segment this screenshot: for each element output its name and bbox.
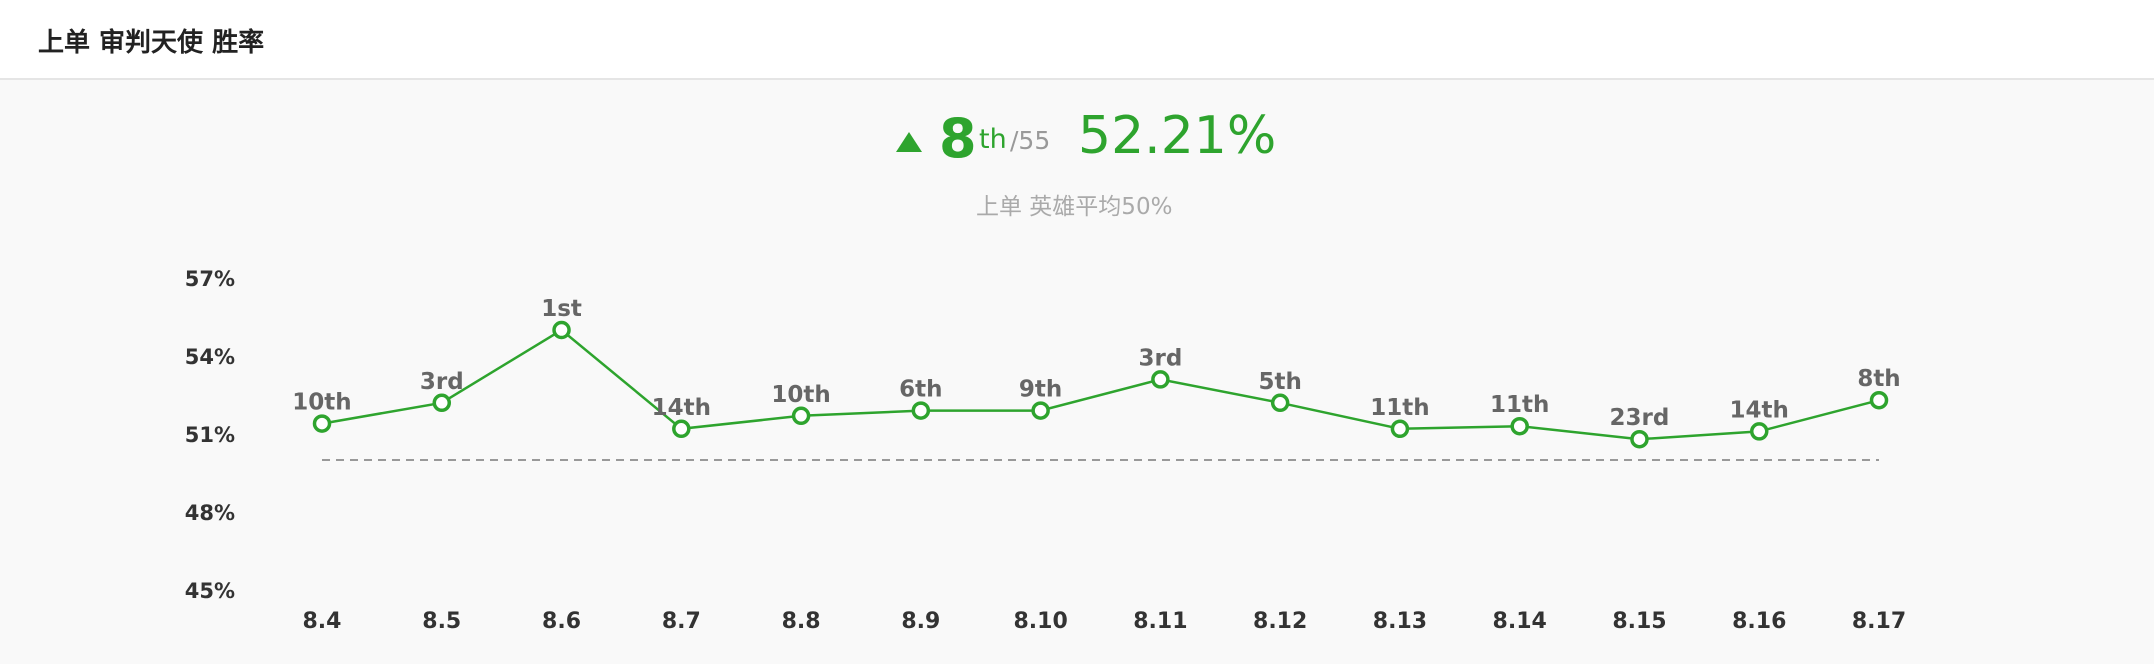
x-tick-label: 8.8 [782,609,821,634]
x-tick-label: 8.13 [1373,609,1427,634]
rank-label: 11th [1370,395,1429,421]
rank-label: 23rd [1610,405,1670,431]
data-point[interactable] [312,414,332,433]
x-tick-label: 8.4 [303,609,342,634]
rank-label: 3rd [1138,345,1182,371]
rank-label: 1st [541,296,582,322]
x-axis: 8.4 8.5 8.6 8.7 8.8 8.9 8.10 8.11 8.12 8.13 8.14 8.… [303,609,1907,634]
x-tick-label: 8.11 [1133,609,1187,634]
x-tick-label: 8.9 [901,609,940,634]
rank-label: 3rd [420,369,464,395]
rank-label: 11th [1490,392,1549,418]
rank-label: 6th [899,377,942,403]
rank-label: 8th [1857,366,1900,392]
data-point[interactable] [1031,401,1050,420]
data-point[interactable] [432,393,452,413]
data-point[interactable] [1270,393,1290,413]
data-point[interactable] [1749,422,1769,441]
data-point[interactable] [1510,416,1529,436]
rank-label: 10th [771,382,830,408]
y-tick-label: 45% [185,579,235,603]
rank-label: 14th [1730,397,1789,423]
data-point[interactable] [672,419,691,439]
x-tick-label: 8.5 [422,609,461,634]
win-rate-line-chart: 57%54%51%48%45% 8.4 8.5 8.6 8.7 8.8 8.9 8.10 8.… [185,267,1907,634]
rank-label: 14th [652,395,711,421]
data-point[interactable] [791,406,811,426]
data-point[interactable] [1630,429,1649,449]
data-point[interactable] [552,320,571,340]
y-tick-label: 48% [185,501,235,525]
x-tick-label: 8.15 [1612,609,1666,634]
x-tick-label: 8.16 [1732,609,1786,634]
rank-label-layer: 10th 3rd 1st 14th 10th 6th 9th 3rd 5th 11th 11th 23… [292,296,1900,431]
x-tick-label: 8.14 [1493,609,1547,634]
rank-label: 5th [1258,369,1301,395]
y-tick-label: 51% [185,423,235,447]
x-tick-label: 8.17 [1852,609,1906,634]
y-tick-label: 54% [185,345,235,369]
y-tick-label: 57% [185,267,235,291]
x-tick-label: 8.6 [542,609,581,634]
x-tick-label: 8.12 [1253,609,1307,634]
y-axis: 57% 54% 51% 48% 45% [185,267,235,603]
data-point[interactable] [1869,390,1889,410]
rank-label: 10th [292,390,351,416]
x-tick-label: 8.10 [1013,609,1067,634]
data-point[interactable] [1390,419,1410,439]
rank-label: 9th [1019,377,1062,403]
data-point[interactable] [911,401,931,420]
data-point[interactable] [1151,370,1170,389]
x-tick-label: 8.7 [662,609,701,634]
